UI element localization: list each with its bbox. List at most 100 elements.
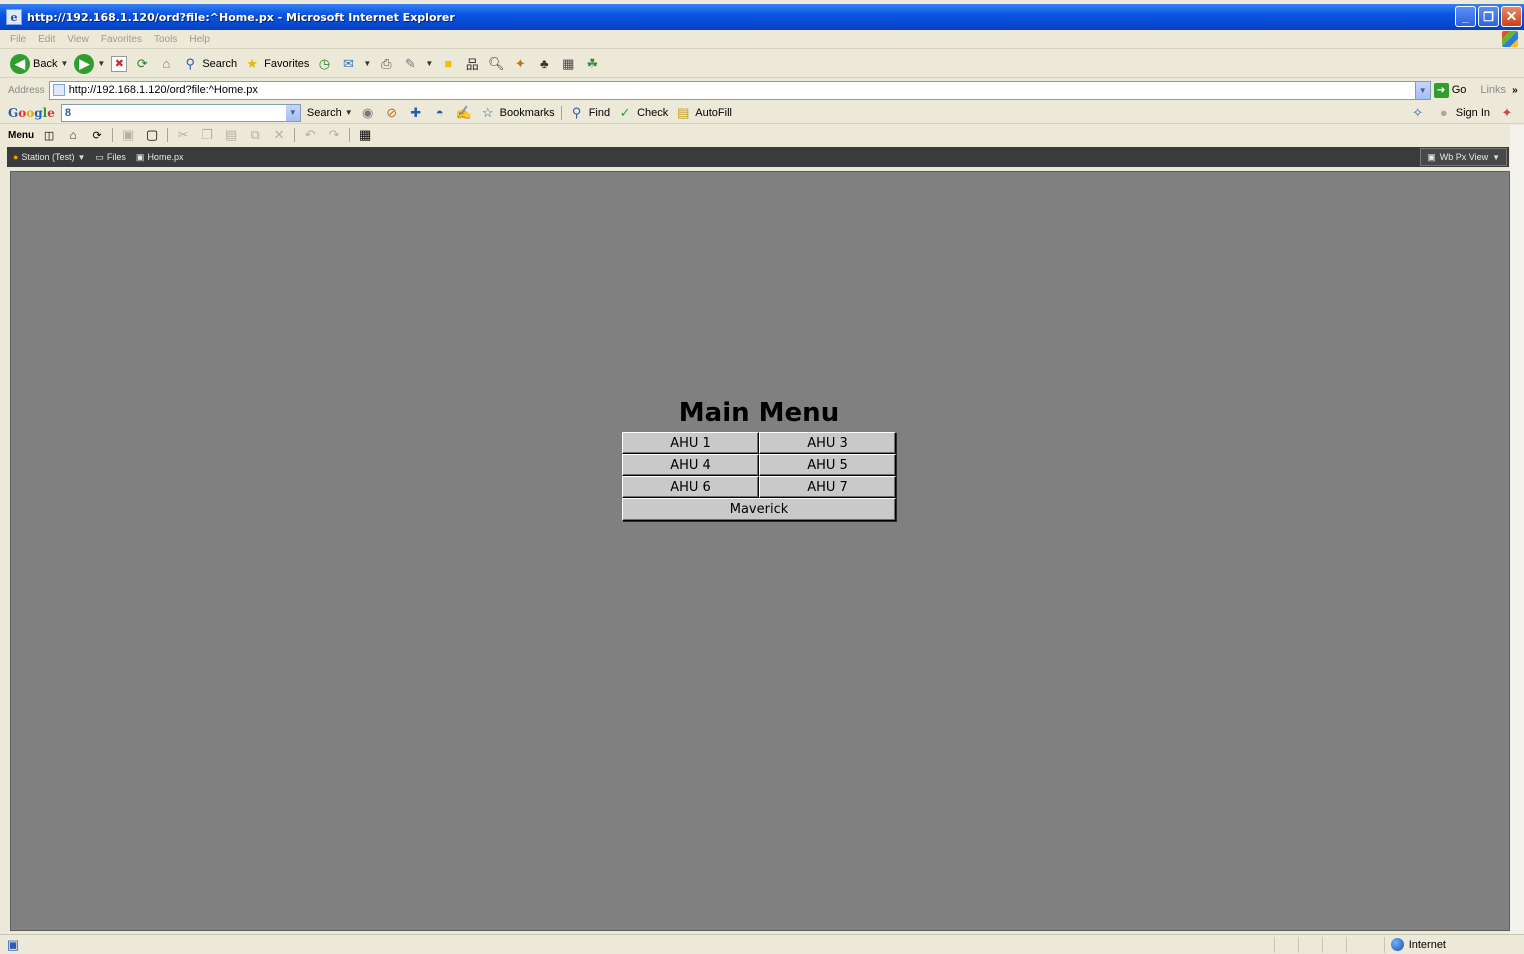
ahu-3-button[interactable]: AHU 3 <box>759 432 896 454</box>
save-icon[interactable]: ▣ <box>119 126 137 144</box>
autofill-button[interactable]: ▤ AutoFill <box>674 104 732 122</box>
menu-help[interactable]: Help <box>189 34 210 45</box>
chevron-right-icon[interactable]: » <box>1512 85 1518 96</box>
go-button[interactable]: ➔ Go <box>1433 82 1466 98</box>
check-button[interactable]: ✓ Check <box>616 104 669 122</box>
tools-icon[interactable]: ▦ <box>559 55 577 73</box>
wb-refresh-icon[interactable]: ⟳ <box>88 126 106 144</box>
google-search-dropdown-icon[interactable]: ▼ <box>345 108 353 117</box>
menu-button-grid: AHU 1 AHU 3 AHU 4 AHU 5 AHU 6 AHU 7 Mave… <box>622 432 896 521</box>
ahu-1-button[interactable]: AHU 1 <box>622 432 759 454</box>
pagerank-icon[interactable]: ◉ <box>359 104 377 122</box>
view-label: Wb Px View <box>1439 152 1489 162</box>
wrench-icon[interactable]: ✧ <box>1409 104 1427 122</box>
research-icon[interactable]: ✦ <box>511 55 529 73</box>
status-bar: ▣ Internet <box>0 934 1524 954</box>
path-station[interactable]: ● Station (Test) ▼ <box>13 152 85 162</box>
back-dropdown-icon[interactable]: ▼ <box>60 59 68 68</box>
copy-icon[interactable]: ❐ <box>198 126 216 144</box>
google-logo[interactable]: Google <box>8 106 55 120</box>
duplicate-icon[interactable]: ⧉ <box>246 126 264 144</box>
separator <box>294 128 296 142</box>
highlight-icon[interactable]: ✍ <box>455 104 473 122</box>
status-divider <box>1298 937 1299 953</box>
network-icon[interactable]: 品 <box>463 55 481 73</box>
google-search-value: 8 <box>64 106 71 119</box>
menu-tools[interactable]: Tools <box>154 34 177 45</box>
note-icon[interactable]: ■ <box>439 55 457 73</box>
ahu-4-button[interactable]: AHU 4 <box>622 454 759 476</box>
edit-mode-icon[interactable]: ▦ <box>356 126 374 144</box>
path-page[interactable]: ▣ Home.px <box>136 152 184 163</box>
vertical-scrollbar[interactable] <box>1510 125 1524 935</box>
view-selector[interactable]: ▣ Wb Px View ▼ <box>1420 148 1507 166</box>
main-menu-heading: Main Menu <box>678 398 840 428</box>
ahu-6-button[interactable]: AHU 6 <box>622 476 759 498</box>
home-icon[interactable]: ⌂ <box>157 55 175 73</box>
favorites-button[interactable]: ★ Favorites <box>243 55 309 73</box>
menu-edit[interactable]: Edit <box>38 34 55 45</box>
path-files[interactable]: ▭ Files <box>95 152 126 163</box>
mail-dropdown-icon[interactable]: ▼ <box>363 59 371 68</box>
bookmarks-label: Bookmarks <box>499 106 555 119</box>
popup-blocker-icon[interactable]: ⊘ <box>383 104 401 122</box>
save-as-icon[interactable]: ▢ <box>143 126 161 144</box>
go-arrow-icon: ➔ <box>1433 82 1449 98</box>
undo-icon[interactable]: ↶ <box>301 126 319 144</box>
menu-view[interactable]: View <box>67 34 89 45</box>
address-input[interactable]: http://192.168.1.120/ord?file:^Home.px ▼ <box>48 80 1431 100</box>
menu-favorites[interactable]: Favorites <box>101 34 142 45</box>
station-dropdown-icon[interactable]: ▼ <box>77 153 85 162</box>
ahu-5-button[interactable]: AHU 5 <box>759 454 896 476</box>
people-icon[interactable]: ☘ <box>583 55 601 73</box>
magnifier-icon[interactable]: 🔍︎ <box>487 55 505 73</box>
forward-dropdown-icon[interactable]: ▼ <box>97 59 105 68</box>
bookmark-star-icon: ☆ <box>481 104 494 120</box>
menu-file[interactable]: File <box>10 34 26 45</box>
plus-icon[interactable]: ✚ <box>407 104 425 122</box>
forward-button[interactable]: ▶ ▼ <box>74 53 105 74</box>
messenger-icon[interactable]: ♣ <box>535 55 553 73</box>
maverick-button[interactable]: Maverick <box>622 498 896 521</box>
paste-icon[interactable]: ▤ <box>222 126 240 144</box>
security-zone: Internet <box>1390 938 1446 951</box>
google-toolbar: Google 8 ▼ Search ▼ ◉ ⊘ ✚ ◓ ✍ ☆ Bookmark… <box>0 102 1524 124</box>
menu-bar: File Edit View Favorites Tools Help <box>0 30 1524 49</box>
print-icon[interactable]: ⎙ <box>377 55 395 73</box>
minimize-button[interactable]: _ <box>1455 6 1476 27</box>
google-search-button[interactable]: Search ▼ <box>307 107 353 119</box>
stop-icon[interactable]: ✖ <box>111 55 128 72</box>
spellcheck-icon: ✓ <box>619 104 631 120</box>
back-button[interactable]: ◀ Back ▼ <box>10 53 68 74</box>
wb-home-icon[interactable]: ⌂ <box>64 126 82 144</box>
find-button[interactable]: ⚲ Find <box>568 104 610 122</box>
cut-icon[interactable]: ✂ <box>174 126 192 144</box>
sign-in-button[interactable]: ● Sign In <box>1435 104 1490 122</box>
wb-menu-button[interactable]: Menu <box>8 130 34 141</box>
google-search-dropdown-icon[interactable]: ▼ <box>285 104 300 121</box>
google-search-input[interactable]: 8 ▼ <box>60 103 301 122</box>
close-button[interactable]: ✕ <box>1501 6 1522 27</box>
ie-icon: e <box>6 9 22 25</box>
mail-icon[interactable]: ✉ <box>339 55 357 73</box>
sign-in-label: Sign In <box>1455 106 1490 119</box>
history-icon[interactable]: ◷ <box>315 55 333 73</box>
refresh-icon[interactable]: ⟳ <box>133 55 151 73</box>
restore-button[interactable]: ❐ <box>1478 6 1499 27</box>
news-icon[interactable]: ◓ <box>431 104 449 122</box>
search-label: Search <box>202 57 238 70</box>
find-label: Find <box>588 106 611 119</box>
sidebar-toggle-icon[interactable]: ◫ <box>40 126 58 144</box>
edit-dropdown-icon[interactable]: ▼ <box>425 59 433 68</box>
globe-icon <box>1390 938 1404 951</box>
edit-icon[interactable]: ✎ <box>401 55 419 73</box>
bookmarks-button[interactable]: ☆ Bookmarks <box>479 104 555 122</box>
page-label: Home.px <box>147 152 184 162</box>
address-dropdown-icon[interactable]: ▼ <box>1414 81 1430 99</box>
settings-icon[interactable]: ✦ <box>1498 104 1516 122</box>
ahu-7-button[interactable]: AHU 7 <box>759 476 896 498</box>
search-button[interactable]: ⚲ Search <box>181 55 238 73</box>
links-button[interactable]: Links <box>1480 84 1506 96</box>
redo-icon[interactable]: ↷ <box>325 126 343 144</box>
delete-icon[interactable]: ✕ <box>270 126 288 144</box>
